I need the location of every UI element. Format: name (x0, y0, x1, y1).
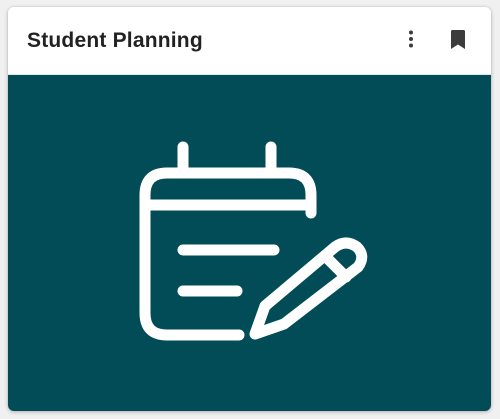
card-title: Student Planning (27, 29, 203, 52)
more-options-button[interactable] (397, 25, 425, 53)
card-header: Student Planning (8, 7, 491, 75)
student-planning-card[interactable]: Student Planning (8, 7, 491, 411)
bookmark-button[interactable] (444, 25, 472, 53)
bookmark-icon (451, 29, 465, 49)
card-image-area[interactable] (8, 75, 491, 411)
planner-notepad-pencil-icon (139, 141, 368, 341)
more-vert-icon (409, 30, 413, 48)
